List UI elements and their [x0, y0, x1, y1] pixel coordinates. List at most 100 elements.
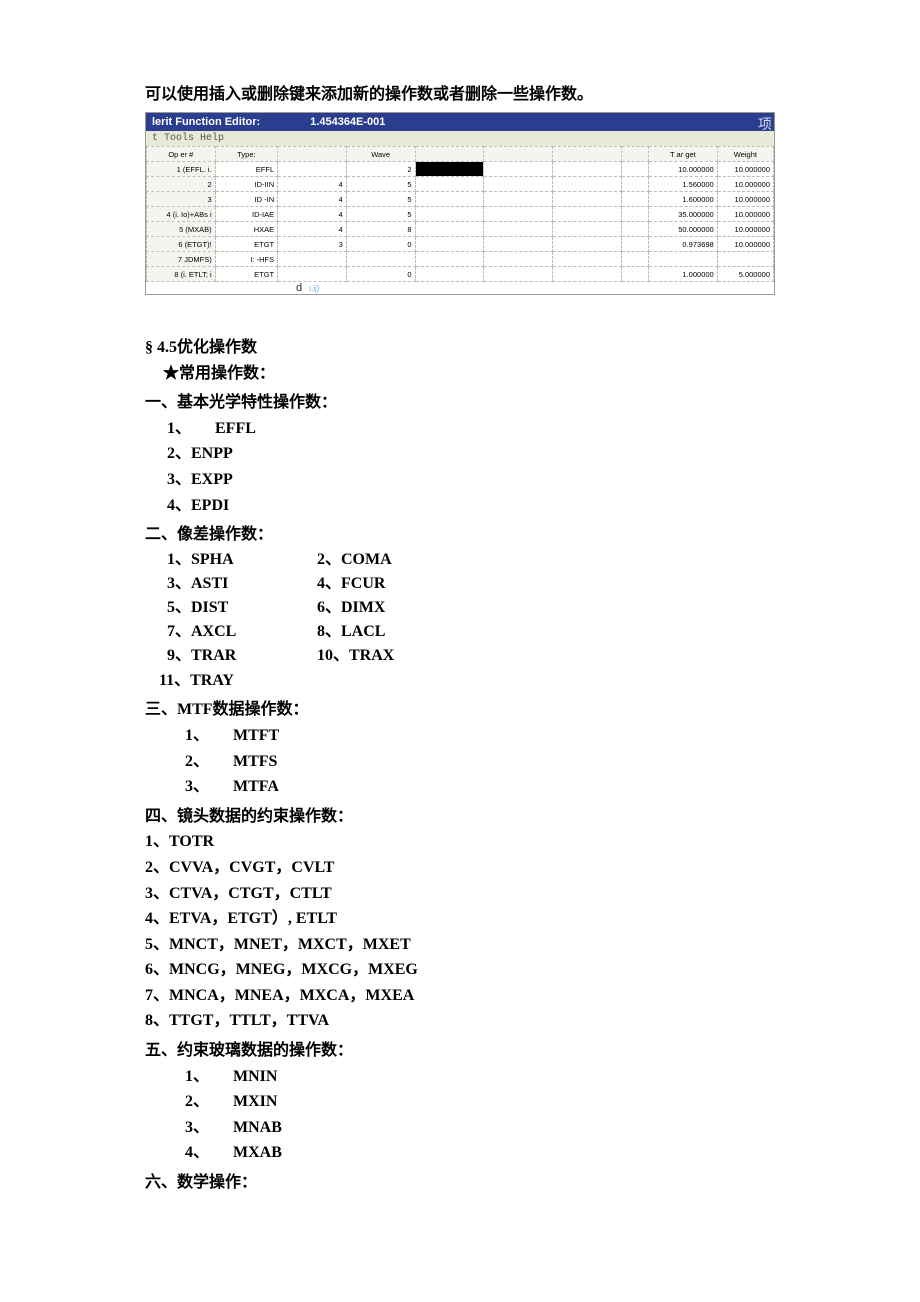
cell[interactable]: 35.000000 [649, 207, 718, 222]
cell[interactable] [484, 177, 553, 192]
list-item: 4、ETVA，ETGT）, ETLT [145, 906, 775, 932]
cell[interactable] [621, 252, 648, 267]
th-wave: Wave [346, 147, 415, 162]
footer-d: d [296, 282, 302, 294]
cell[interactable] [552, 192, 621, 207]
cell[interactable] [552, 252, 621, 267]
cell[interactable] [278, 267, 347, 282]
cell[interactable]: 6 (ETGT)! [147, 237, 216, 252]
cell[interactable]: 5 [346, 192, 415, 207]
cell[interactable]: 1.560000 [649, 177, 718, 192]
cell[interactable]: 1.000000 [649, 267, 718, 282]
cell[interactable] [649, 252, 718, 267]
list-item: 7、MNCA，MNEA，MXCA，MXEA [145, 983, 775, 1009]
editor-menu[interactable]: t Tools Help [146, 131, 774, 146]
table-row[interactable]: 1 (EFFL. i.EFFL 2 10.00000010.000000 [147, 162, 774, 177]
table-row[interactable]: 6 (ETGT)!ETGT30 0.97369810.000000 [147, 237, 774, 252]
cell[interactable]: 5.000000 [717, 267, 773, 282]
table-row[interactable]: 4 (i. Io)+ABs iID-IAE45 35.00000010.00000… [147, 207, 774, 222]
list-item: 8、LACL [317, 620, 467, 644]
cell[interactable] [621, 162, 648, 177]
cell[interactable] [415, 177, 484, 192]
cell[interactable]: 3 [278, 237, 347, 252]
cell[interactable] [484, 192, 553, 207]
cell[interactable]: 4 [278, 177, 347, 192]
cell[interactable]: 10.000000 [717, 237, 773, 252]
th-a [278, 147, 347, 162]
cell[interactable] [552, 237, 621, 252]
cell[interactable] [552, 267, 621, 282]
cell[interactable] [621, 207, 648, 222]
cell[interactable] [717, 252, 773, 267]
table-row[interactable]: 8 (i. ETLT; iETGT 0 1.0000005.000000 [147, 267, 774, 282]
table-row[interactable]: 5 (MXAB)HXAE48 50.00000010.000000 [147, 222, 774, 237]
heading-3: 三、MTF数据操作数： [145, 697, 775, 723]
cell[interactable]: 8 [346, 222, 415, 237]
cell[interactable]: 2 [346, 162, 415, 177]
cell[interactable] [621, 237, 648, 252]
cell[interactable] [552, 162, 621, 177]
cell[interactable]: 0.973698 [649, 237, 718, 252]
cell[interactable] [415, 267, 484, 282]
cell[interactable] [484, 207, 553, 222]
cell[interactable] [346, 252, 415, 267]
th-b2 [484, 147, 553, 162]
cell[interactable]: 5 (MXAB) [147, 222, 216, 237]
cell[interactable]: 3 [147, 192, 216, 207]
cell[interactable] [552, 207, 621, 222]
cell[interactable] [621, 222, 648, 237]
cell[interactable]: ID-IAE [215, 207, 277, 222]
cell[interactable] [415, 192, 484, 207]
cell[interactable]: EFFL [215, 162, 277, 177]
cell[interactable]: 5 [346, 207, 415, 222]
list-item: 4、 MXAB [145, 1140, 775, 1166]
cell[interactable]: 4 [278, 222, 347, 237]
list-item: 6、DIMX [317, 596, 467, 620]
cell[interactable] [484, 267, 553, 282]
cell[interactable]: I: -HFS [215, 252, 277, 267]
cell[interactable]: 10.000000 [649, 162, 718, 177]
cell[interactable] [278, 162, 347, 177]
cell[interactable] [484, 252, 553, 267]
cell[interactable]: 0 [346, 267, 415, 282]
cell[interactable] [484, 162, 553, 177]
cell[interactable] [415, 162, 484, 177]
cell[interactable] [415, 222, 484, 237]
cell[interactable]: 2 [147, 177, 216, 192]
cell[interactable]: 50.000000 [649, 222, 718, 237]
cell[interactable] [552, 177, 621, 192]
cell[interactable]: 10.000000 [717, 162, 773, 177]
cell[interactable]: 4 [278, 207, 347, 222]
cell[interactable] [415, 252, 484, 267]
cell[interactable] [278, 252, 347, 267]
cell[interactable] [415, 237, 484, 252]
cell[interactable]: ID-IIN [215, 177, 277, 192]
cell[interactable]: 10.000000 [717, 222, 773, 237]
cell[interactable] [621, 267, 648, 282]
cell[interactable]: 8 (i. ETLT; i [147, 267, 216, 282]
cell[interactable]: ETGT [215, 267, 277, 282]
cell[interactable] [552, 222, 621, 237]
table-row[interactable]: 7 JDMFS)I: -HFS [147, 252, 774, 267]
th-op: Op er # [147, 147, 216, 162]
cell[interactable]: 4 (i. Io)+ABs i [147, 207, 216, 222]
cell[interactable]: 10.000000 [717, 207, 773, 222]
cell[interactable] [484, 222, 553, 237]
cell[interactable]: 4 [278, 192, 347, 207]
cell[interactable]: 10.000000 [717, 177, 773, 192]
cell[interactable] [621, 177, 648, 192]
cell[interactable] [415, 207, 484, 222]
cell[interactable]: 7 JDMFS) [147, 252, 216, 267]
cell[interactable] [621, 192, 648, 207]
cell[interactable] [484, 237, 553, 252]
cell[interactable]: 5 [346, 177, 415, 192]
cell[interactable]: ID -IN [215, 192, 277, 207]
table-row[interactable]: 3ID -IN45 1.60000010.000000 [147, 192, 774, 207]
cell[interactable]: ETGT [215, 237, 277, 252]
cell[interactable]: HXAE [215, 222, 277, 237]
table-row[interactable]: 2ID-IIN45 1.56000010.000000 [147, 177, 774, 192]
cell[interactable]: 1 (EFFL. i. [147, 162, 216, 177]
cell[interactable]: 0 [346, 237, 415, 252]
cell[interactable]: 10.000000 [717, 192, 773, 207]
cell[interactable]: 1.600000 [649, 192, 718, 207]
